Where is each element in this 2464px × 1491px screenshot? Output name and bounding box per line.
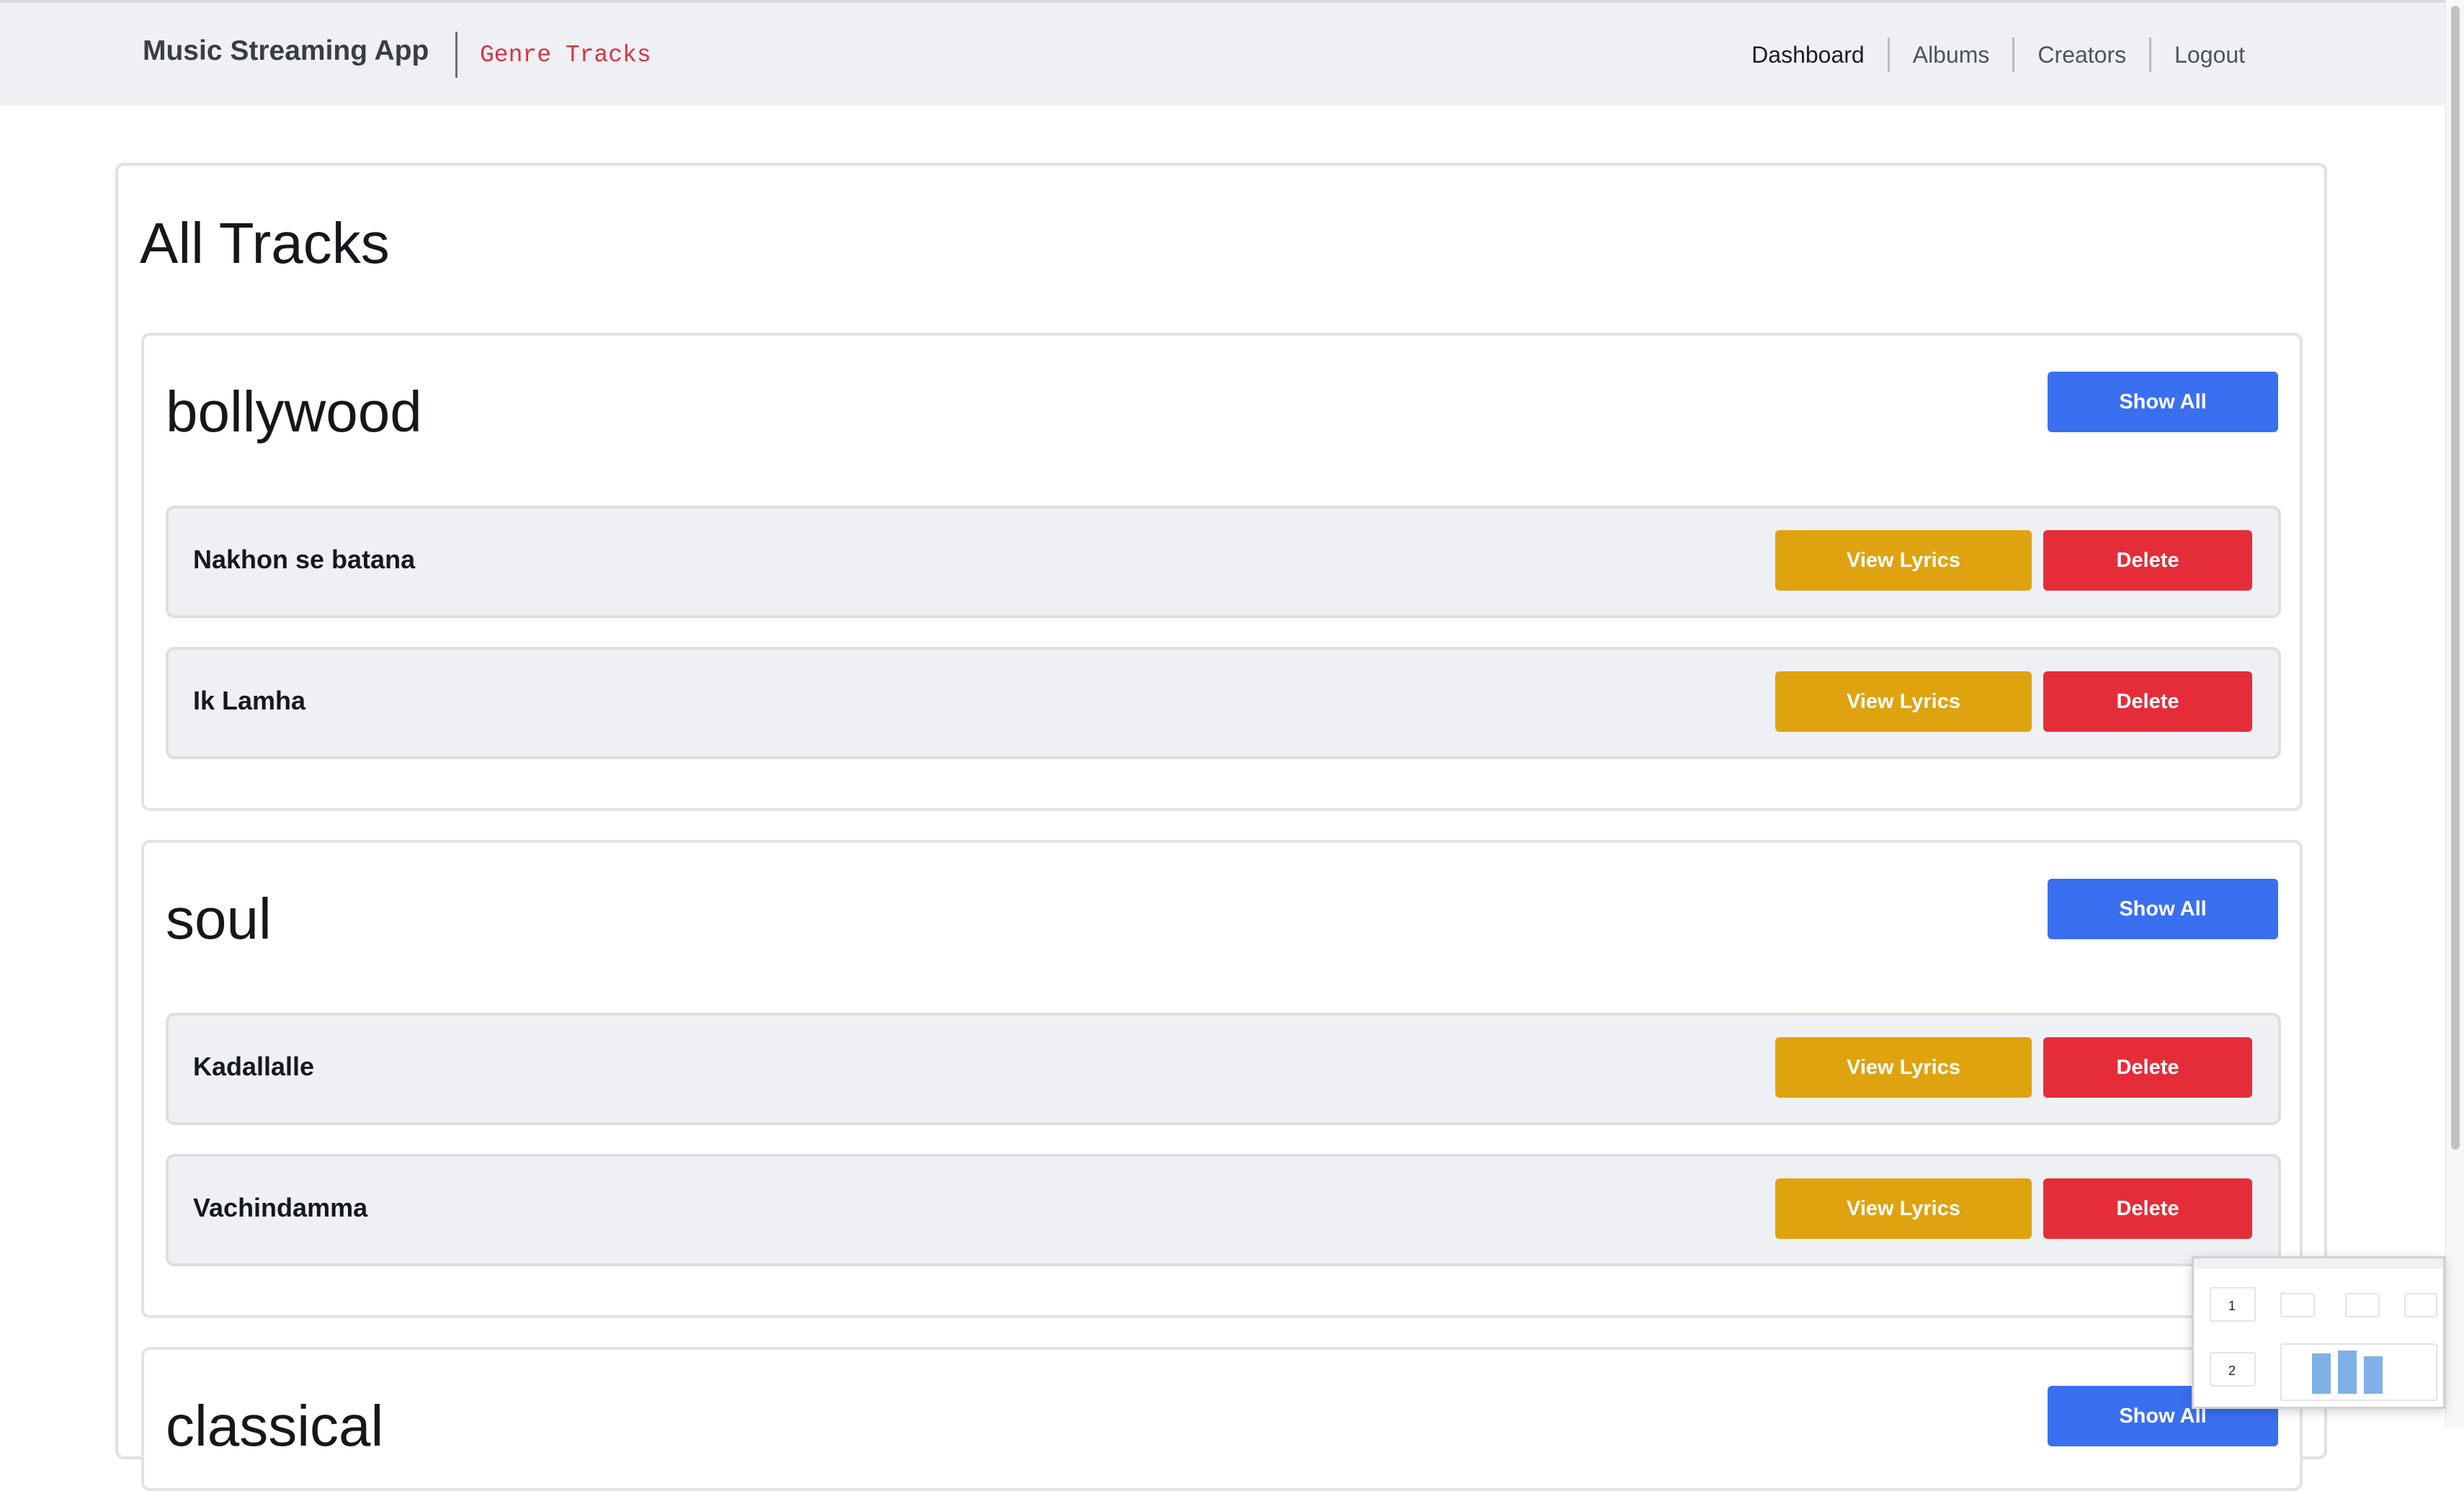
nav-link-logout[interactable]: Logout bbox=[2151, 42, 2268, 68]
brand-title[interactable]: Music Streaming App bbox=[143, 35, 429, 67]
view-lyrics-button[interactable]: View Lyrics bbox=[1775, 671, 2032, 732]
top-navbar: Music Streaming App Genre Tracks Dashboa… bbox=[0, 0, 2445, 105]
nav-links: Dashboard Albums Creators Logout bbox=[1728, 27, 2268, 82]
thumbnail-chart-bar bbox=[2338, 1351, 2357, 1394]
delete-button[interactable]: Delete bbox=[2043, 671, 2252, 732]
genre-title: soul bbox=[166, 887, 272, 951]
view-lyrics-button[interactable]: View Lyrics bbox=[1775, 1037, 2032, 1098]
thumbnail-stat-value: 1 bbox=[2228, 1299, 2236, 1313]
genre-title: classical bbox=[166, 1394, 384, 1458]
genre-card-soul: soul Show All Kadallalle View Lyrics Del… bbox=[141, 840, 2303, 1318]
thumbnail-card bbox=[2345, 1293, 2380, 1317]
delete-button[interactable]: Delete bbox=[2043, 1178, 2252, 1239]
track-name: Nakhon se batana bbox=[193, 545, 416, 574]
nav-link-dashboard[interactable]: Dashboard bbox=[1728, 42, 1888, 68]
thumbnail-stat-value: 2 bbox=[2228, 1364, 2236, 1378]
track-name: Vachindamma bbox=[193, 1193, 368, 1222]
thumbnail-chart-bar bbox=[2312, 1353, 2331, 1394]
track-row: Vachindamma View Lyrics Delete bbox=[166, 1154, 2281, 1266]
thumbnail-chart bbox=[2280, 1343, 2437, 1401]
navbar-divider bbox=[455, 32, 457, 78]
thumbnail-navbar bbox=[2194, 1258, 2443, 1268]
delete-button[interactable]: Delete bbox=[2043, 530, 2252, 591]
track-name: Ik Lamha bbox=[193, 686, 306, 715]
genre-card-bollywood: bollywood Show All Nakhon se batana View… bbox=[141, 333, 2303, 811]
scrollbar-thumb[interactable] bbox=[2451, 6, 2460, 1150]
thumbnail-chart-bar bbox=[2364, 1356, 2383, 1394]
delete-button[interactable]: Delete bbox=[2043, 1037, 2252, 1098]
page-scrollbar[interactable] bbox=[2445, 0, 2464, 1428]
show-all-button[interactable]: Show All bbox=[2048, 372, 2278, 432]
track-name: Kadallalle bbox=[193, 1052, 315, 1081]
page-title: All Tracks bbox=[140, 211, 390, 275]
track-row: Ik Lamha View Lyrics Delete bbox=[166, 647, 2281, 759]
page-subtitle: Genre Tracks bbox=[480, 42, 651, 68]
nav-link-albums[interactable]: Albums bbox=[1890, 42, 2013, 68]
track-row: Nakhon se batana View Lyrics Delete bbox=[166, 506, 2281, 618]
dashboard-preview-thumbnail[interactable]: 1 2 bbox=[2192, 1256, 2445, 1409]
track-row: Kadallalle View Lyrics Delete bbox=[166, 1013, 2281, 1125]
thumbnail-stat-card: 2 bbox=[2210, 1352, 2256, 1387]
thumbnail-card bbox=[2404, 1293, 2437, 1317]
view-lyrics-button[interactable]: View Lyrics bbox=[1775, 530, 2032, 591]
view-lyrics-button[interactable]: View Lyrics bbox=[1775, 1178, 2032, 1239]
show-all-button[interactable]: Show All bbox=[2048, 879, 2278, 939]
nav-link-creators[interactable]: Creators bbox=[2014, 42, 2149, 68]
genre-title: bollywood bbox=[166, 380, 422, 444]
thumbnail-card bbox=[2280, 1293, 2315, 1317]
thumbnail-stat-card: 1 bbox=[2210, 1287, 2256, 1322]
genre-card-classical: classical Show All bbox=[141, 1347, 2303, 1491]
